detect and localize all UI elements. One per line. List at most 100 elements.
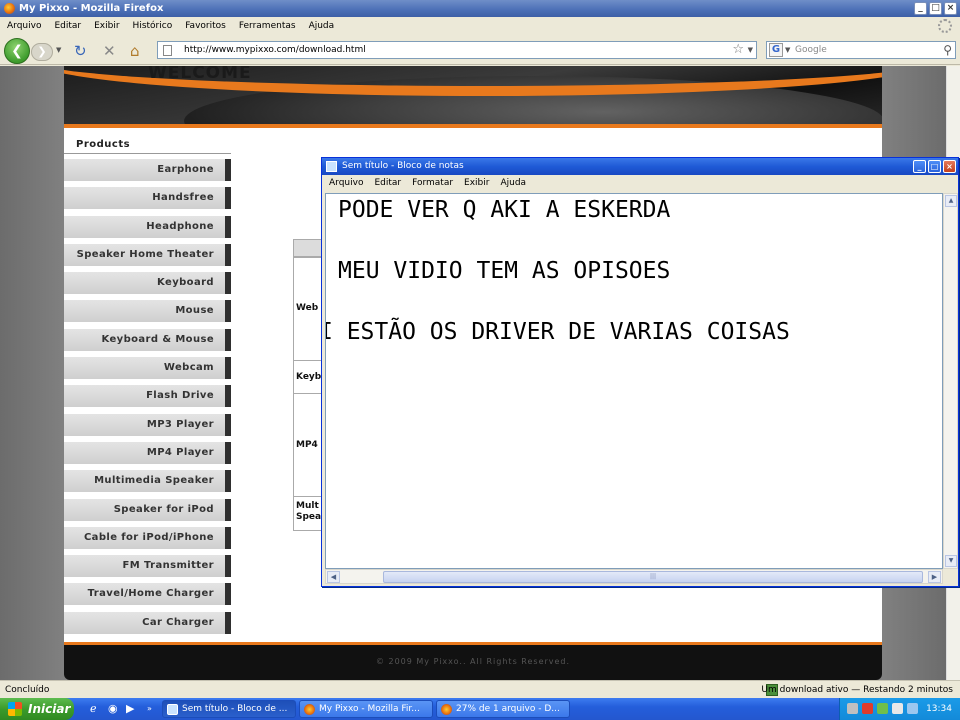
- system-tray: 13:34: [839, 698, 960, 720]
- stop-icon[interactable]: ✕: [103, 43, 116, 59]
- taskbar-item-label: 27% de 1 arquivo - D...: [456, 704, 560, 714]
- product-link-car-charger[interactable]: Car Charger: [64, 611, 231, 634]
- product-link-webcam[interactable]: Webcam: [64, 357, 231, 380]
- notepad-menu-ajuda[interactable]: Ajuda: [500, 175, 526, 192]
- product-link-cable-ipod[interactable]: Cable for iPod/iPhone: [64, 526, 231, 549]
- product-link-mouse[interactable]: Mouse: [64, 300, 231, 323]
- tray-icon[interactable]: [877, 703, 888, 714]
- product-link-speaker-home-theater[interactable]: Speaker Home Theater: [64, 243, 231, 266]
- copyright-text: © 2009 My Pixxo.. All Rights Reserved.: [375, 657, 571, 666]
- products-list: Earphone Handsfree Headphone Speaker Hom…: [64, 159, 231, 640]
- welcome-text: WELCOME: [148, 66, 252, 83]
- status-text: Concluído: [5, 685, 50, 695]
- maximize-icon[interactable]: □: [928, 160, 941, 173]
- start-button[interactable]: Iniciar: [0, 698, 74, 720]
- url-bar[interactable]: http://www.mypixxo.com/download.html ☆ ▼: [157, 41, 757, 59]
- scroll-thumb[interactable]: |||: [383, 571, 923, 583]
- product-link-keyboard[interactable]: Keyboard: [64, 272, 231, 295]
- product-link-speaker-ipod[interactable]: Speaker for iPod: [64, 498, 231, 521]
- minimize-icon[interactable]: _: [914, 2, 927, 15]
- site-footer: © 2009 My Pixxo.. All Rights Reserved.: [64, 642, 882, 680]
- product-link-multimedia-speaker[interactable]: Multimedia Speaker: [64, 470, 231, 493]
- product-link-flash-drive[interactable]: Flash Drive: [64, 385, 231, 408]
- scroll-right-icon[interactable]: ▶: [928, 571, 941, 583]
- product-link-mp3-player[interactable]: MP3 Player: [64, 413, 231, 436]
- browser-window-controls: _ □ ×: [914, 2, 957, 15]
- menu-ajuda[interactable]: Ajuda: [309, 17, 335, 35]
- quicklaunch-more-icon[interactable]: »: [147, 702, 152, 716]
- notepad-menu-formatar[interactable]: Formatar: [412, 175, 453, 192]
- maximize-icon[interactable]: □: [929, 2, 942, 15]
- scroll-up-icon[interactable]: ▲: [945, 195, 957, 207]
- notepad-menu-arquivo[interactable]: Arquivo: [329, 175, 363, 192]
- forward-button[interactable]: ❯: [31, 43, 53, 61]
- tray-icon[interactable]: [892, 703, 903, 714]
- home-icon[interactable]: ⌂: [130, 43, 140, 59]
- search-engine-dropdown-icon[interactable]: ▼: [785, 42, 790, 58]
- notepad-title-bar[interactable]: Sem título - Bloco de notas _ □ ×: [322, 158, 958, 175]
- network-icon[interactable]: [907, 703, 918, 714]
- taskbar-item-notepad[interactable]: Sem título - Bloco de ...: [162, 700, 296, 718]
- scroll-down-icon[interactable]: ▼: [945, 555, 957, 567]
- taskbar-item-download[interactable]: 27% de 1 arquivo - D...: [436, 700, 570, 718]
- url-dropdown-icon[interactable]: ▼: [748, 42, 753, 58]
- url-text: http://www.mypixxo.com/download.html: [184, 45, 366, 55]
- notepad-menu-bar: Arquivo Editar Formatar Exibir Ajuda: [322, 175, 958, 192]
- page-icon: [163, 45, 172, 56]
- product-link-earphone[interactable]: Earphone: [64, 159, 231, 181]
- browser-title: My Pixxo - Mozilla Firefox: [19, 3, 164, 14]
- browser-menu-bar: Arquivo Editar Exibir Histórico Favorito…: [0, 17, 960, 35]
- menu-favoritos[interactable]: Favoritos: [185, 17, 226, 35]
- search-placeholder: Google: [795, 45, 827, 55]
- product-link-fm-transmitter[interactable]: FM Transmitter: [64, 555, 231, 578]
- taskbar-item-firefox[interactable]: My Pixxo - Mozilla Fir...: [299, 700, 433, 718]
- text-line: PODE VER Q AKI A ESKERDA: [338, 197, 671, 223]
- menu-editar[interactable]: Editar: [54, 17, 81, 35]
- search-icon[interactable]: ⚲: [943, 42, 952, 58]
- notepad-text-area[interactable]: PODE VER Q AKI A ESKERDA MEU VIDIO TEM A…: [325, 193, 943, 569]
- notepad-window: Sem título - Bloco de notas _ □ × Arquiv…: [321, 157, 959, 587]
- back-button[interactable]: ❮: [4, 38, 30, 64]
- minimize-icon[interactable]: _: [913, 160, 926, 173]
- start-label: Iniciar: [28, 702, 71, 716]
- text-line: I ESTÃO OS DRIVER DE VARIAS COISAS: [325, 319, 790, 345]
- product-link-travel-charger[interactable]: Travel/Home Charger: [64, 583, 231, 606]
- taskbar-item-label: Sem título - Bloco de ...: [182, 704, 288, 714]
- taskbar: Iniciar ℯ ◉ ▶ » Sem título - Bloco de ..…: [0, 698, 960, 720]
- product-link-mp4-player[interactable]: MP4 Player: [64, 441, 231, 464]
- firefox-quicklaunch-icon[interactable]: ◉: [108, 702, 118, 716]
- close-icon[interactable]: ×: [943, 160, 956, 173]
- notepad-menu-editar[interactable]: Editar: [374, 175, 401, 192]
- product-link-handsfree[interactable]: Handsfree: [64, 187, 231, 210]
- bookmark-star-icon[interactable]: ☆: [732, 42, 744, 58]
- tray-icon[interactable]: [862, 703, 873, 714]
- notepad-horizontal-scrollbar[interactable]: ◀ ||| ▶: [325, 569, 943, 584]
- products-sidebar: Products Earphone Handsfree Headphone Sp…: [64, 128, 231, 642]
- menu-historico[interactable]: Histórico: [133, 17, 173, 35]
- taskbar-item-label: My Pixxo - Mozilla Fir...: [319, 704, 420, 714]
- product-link-keyboard-mouse[interactable]: Keyboard & Mouse: [64, 328, 231, 351]
- menu-ferramentas[interactable]: Ferramentas: [239, 17, 296, 35]
- tray-icon[interactable]: [847, 703, 858, 714]
- google-engine-icon[interactable]: G: [769, 43, 783, 57]
- browser-status-bar: Concluído Um download ativo — Restando 2…: [0, 680, 960, 698]
- menu-arquivo[interactable]: Arquivo: [7, 17, 41, 35]
- notepad-menu-exibir[interactable]: Exibir: [464, 175, 489, 192]
- clock: 13:34: [926, 704, 952, 714]
- ie-icon[interactable]: ℯ: [90, 702, 97, 716]
- reload-icon[interactable]: ↻: [74, 43, 87, 59]
- history-dropdown-icon[interactable]: ▼: [56, 46, 61, 54]
- scroll-left-icon[interactable]: ◀: [327, 571, 340, 583]
- notepad-vertical-scrollbar[interactable]: ▲ ▼: [943, 193, 958, 569]
- product-link-headphone[interactable]: Headphone: [64, 215, 231, 238]
- close-icon[interactable]: ×: [944, 2, 957, 15]
- notepad-window-controls: _ □ ×: [913, 160, 956, 173]
- sidebar-header: Products: [64, 136, 231, 154]
- media-player-icon[interactable]: ▶: [126, 702, 134, 716]
- notepad-title: Sem título - Bloco de notas: [342, 161, 464, 171]
- download-status[interactable]: Um download ativo — Restando 2 minutos: [761, 681, 953, 699]
- firefox-icon: [441, 704, 452, 715]
- search-bar[interactable]: G ▼ Google ⚲: [766, 41, 956, 59]
- header-banner: WELCOME: [64, 66, 882, 128]
- menu-exibir[interactable]: Exibir: [94, 17, 119, 35]
